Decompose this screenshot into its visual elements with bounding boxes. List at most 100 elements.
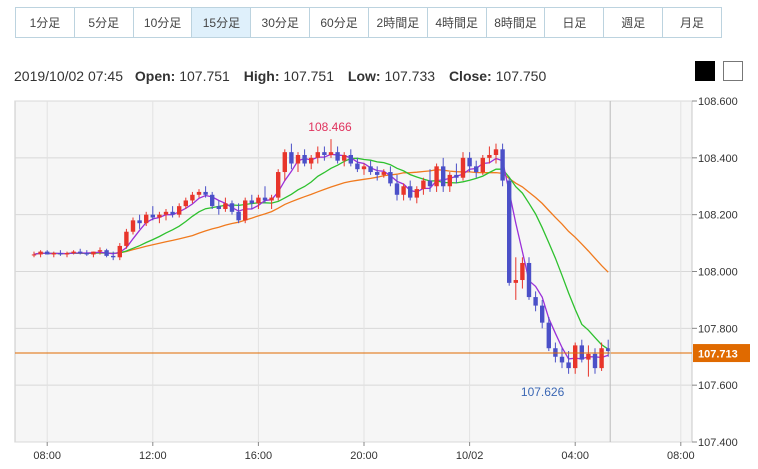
candle-body bbox=[276, 172, 281, 198]
y-tick-label: 108.400 bbox=[698, 153, 738, 165]
candle-body bbox=[216, 206, 221, 209]
candle-up bbox=[243, 197, 248, 224]
y-tick-label: 108.000 bbox=[698, 267, 738, 279]
candle-body bbox=[500, 149, 505, 181]
candle-body bbox=[414, 189, 419, 198]
candle-body bbox=[91, 251, 96, 255]
candle-body bbox=[163, 211, 169, 215]
x-tick-label: 20:00 bbox=[350, 450, 378, 462]
candle-body bbox=[229, 203, 235, 212]
candle-body bbox=[315, 152, 320, 158]
candle-body bbox=[454, 174, 459, 178]
candle-body bbox=[401, 186, 406, 195]
candle-body bbox=[467, 157, 472, 167]
candle-down bbox=[526, 257, 532, 300]
candle-body bbox=[124, 231, 129, 246]
candle-body bbox=[58, 253, 63, 255]
candle-up bbox=[276, 169, 281, 201]
candle-body bbox=[579, 345, 584, 360]
candle-body bbox=[546, 322, 551, 349]
candle-body bbox=[203, 191, 208, 195]
candle-body bbox=[236, 211, 241, 221]
candle-body bbox=[137, 220, 142, 224]
candle-body bbox=[157, 214, 162, 218]
candle-body bbox=[586, 353, 591, 360]
candle-body bbox=[540, 305, 545, 323]
candle-body bbox=[553, 348, 558, 357]
candle-body bbox=[196, 191, 202, 195]
x-tick-label: 16:00 bbox=[245, 450, 273, 462]
candle-body bbox=[381, 172, 386, 175]
candle-body bbox=[97, 250, 103, 252]
candle-up bbox=[480, 154, 485, 175]
candle-body bbox=[117, 245, 122, 258]
candle-body bbox=[487, 154, 492, 158]
candle-body bbox=[295, 154, 301, 164]
candle-body bbox=[361, 166, 367, 170]
candle-body bbox=[256, 197, 261, 204]
current-price-label: 107.713 bbox=[698, 349, 738, 361]
candle-body bbox=[447, 174, 452, 187]
candle-body bbox=[262, 197, 268, 201]
candle-body bbox=[170, 211, 175, 215]
x-tick-label: 12:00 bbox=[139, 450, 167, 462]
candle-body bbox=[223, 203, 228, 209]
candle-body bbox=[566, 362, 571, 369]
x-tick-label: 08:00 bbox=[667, 450, 695, 462]
candle-body bbox=[289, 152, 294, 164]
candle-up bbox=[124, 228, 129, 249]
candle-body bbox=[480, 157, 485, 173]
candle-body bbox=[31, 254, 37, 256]
candle-body bbox=[592, 353, 598, 369]
candle-body bbox=[460, 157, 466, 178]
candle-body bbox=[177, 206, 182, 215]
candle-body bbox=[183, 200, 188, 207]
candle-body bbox=[533, 297, 538, 306]
candle-body bbox=[328, 152, 334, 155]
candle-body bbox=[573, 345, 578, 369]
candle-body bbox=[526, 262, 532, 298]
candle-body bbox=[474, 166, 479, 173]
candle-body bbox=[427, 180, 433, 187]
candle-body bbox=[210, 194, 215, 207]
candle-body bbox=[599, 348, 604, 369]
candle-body bbox=[309, 157, 314, 164]
candle-body bbox=[190, 194, 195, 201]
candle-body bbox=[335, 152, 340, 161]
candle-down bbox=[500, 143, 505, 187]
candle-body bbox=[348, 154, 353, 164]
candle-body bbox=[249, 200, 254, 204]
candle-body bbox=[493, 149, 499, 155]
y-tick-label: 107.800 bbox=[698, 323, 738, 335]
low-annotation: 107.626 bbox=[521, 385, 565, 399]
candle-body bbox=[355, 163, 360, 170]
candle-body bbox=[51, 253, 56, 255]
candle-body bbox=[368, 166, 373, 173]
high-annotation: 108.466 bbox=[308, 120, 352, 134]
y-tick-label: 108.600 bbox=[698, 96, 738, 108]
x-tick-label: 04:00 bbox=[561, 450, 589, 462]
candle-body bbox=[269, 197, 274, 201]
candle-body bbox=[394, 183, 400, 195]
candle-body bbox=[441, 166, 446, 187]
candle-body bbox=[408, 186, 413, 198]
candlestick-chart: 108.600 108.400 108.200 108.000 107.800 107.6… bbox=[14, 96, 750, 462]
candle-body bbox=[282, 152, 287, 173]
candle-body bbox=[111, 255, 116, 258]
x-tick-label: 08:00 bbox=[33, 450, 61, 462]
x-tick-label: 10/02 bbox=[456, 450, 484, 462]
candle-body bbox=[375, 172, 380, 175]
candle-body bbox=[38, 251, 43, 255]
candle-body bbox=[243, 200, 248, 221]
y-tick-label: 107.600 bbox=[698, 380, 738, 392]
candle-body bbox=[45, 251, 50, 255]
candle-body bbox=[150, 214, 155, 218]
candle-body bbox=[421, 180, 426, 190]
candle-body bbox=[144, 214, 149, 224]
candle-body bbox=[78, 251, 83, 254]
candle-body bbox=[302, 154, 307, 164]
candle-body bbox=[434, 166, 439, 187]
candle-body bbox=[64, 253, 70, 255]
candle-body bbox=[322, 152, 327, 155]
candle-body bbox=[388, 172, 393, 184]
